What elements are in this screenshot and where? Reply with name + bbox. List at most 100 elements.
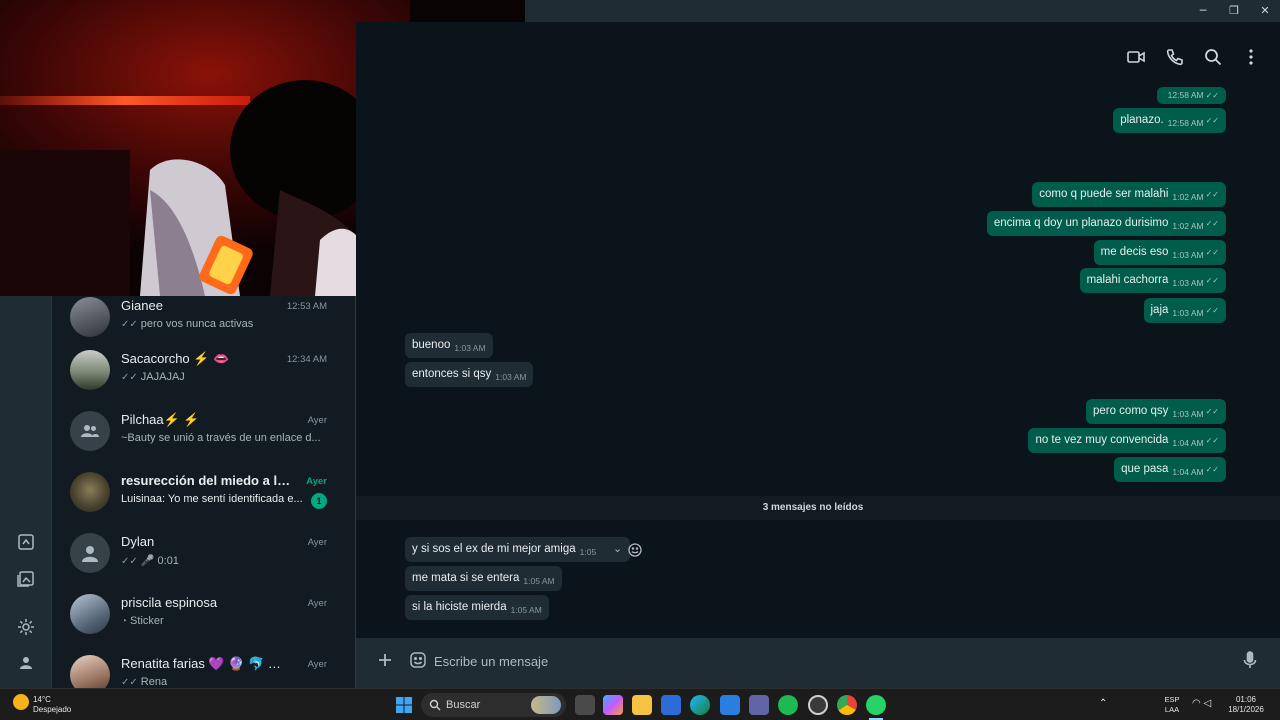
read-receipt-icon: ✓✓ [121, 319, 138, 330]
clock-date[interactable]: 18/1/2026 [1224, 705, 1268, 714]
mail-icon[interactable] [720, 695, 740, 715]
chat-item-dylan[interactable]: Dylan Ayer ✓✓ 🎤 0:01 [52, 523, 355, 584]
message-outgoing[interactable]: planazo. 12:58 AM ✓✓ [1113, 108, 1226, 133]
chat-preview: ✓✓ 🎤 0:01 [121, 554, 331, 567]
chat-name: resurección del miedo a las p... [121, 473, 291, 488]
unread-divider: 3 mensajes no leídos [356, 496, 1280, 520]
obs-icon[interactable] [808, 695, 828, 715]
menu-icon[interactable] [1241, 47, 1261, 67]
chat-name: Gianee [121, 298, 163, 313]
conversation-panel: 12:58 AM ✓✓ planazo. 12:58 AM ✓✓ como q pue… [356, 22, 1280, 688]
chevron-down-icon[interactable]: ⌄ [613, 537, 622, 562]
read-receipt-icon: ✓✓ [121, 677, 138, 688]
close-button[interactable]: ✕ [1250, 2, 1280, 20]
react-emoji-icon[interactable] [627, 542, 643, 558]
avatar [70, 472, 110, 512]
search-icon[interactable] [1203, 47, 1223, 67]
message-outgoing[interactable]: jaja 1:03 AM ✓✓ [1143, 298, 1226, 323]
store-icon[interactable] [661, 695, 681, 715]
message-incoming[interactable]: si la hiciste mierda 1:05 AM [405, 595, 549, 620]
weather-temp: 14°C [33, 695, 51, 704]
settings-icon[interactable] [16, 617, 36, 637]
message-outgoing[interactable]: como q puede ser malahi 1:02 AM ✓✓ [1032, 182, 1226, 207]
teams-icon[interactable] [749, 695, 769, 715]
voice-note-preview: 🎤 0:01 [140, 555, 179, 567]
group-icon [81, 425, 99, 437]
message-incoming[interactable]: y si sos el ex de mi mejor amiga 1:05 ⌄ [405, 537, 631, 562]
chat-item-renatita[interactable]: Renatita farias 💜 🔮 🐬 🦄 ... Ayer ✓✓ Rena [52, 645, 355, 688]
message-incoming[interactable]: buenoo 1:03 AM [405, 333, 493, 358]
default-avatar [70, 533, 110, 573]
sticker-icon: ◔ [121, 616, 128, 627]
chat-time: Ayer [306, 476, 327, 487]
search-icon [429, 699, 441, 711]
media-icon[interactable] [16, 568, 36, 588]
message-outgoing[interactable]: que pasa 1:04 AM ✓✓ [1114, 457, 1226, 482]
whatsapp-desktop-window: ─ ❐ ✕ Gianee 12:53 AM ✓✓ pero vos nunca a… [0, 0, 1280, 720]
file-explorer-icon[interactable] [632, 695, 652, 715]
message-input[interactable] [434, 646, 1234, 676]
chat-preview: ◔ Sticker [121, 615, 164, 627]
tray-overflow-icon[interactable]: ⌃ [1099, 698, 1107, 709]
message-outgoing[interactable]: pero como qsy 1:03 AM ✓✓ [1085, 399, 1226, 424]
message-outgoing[interactable]: no te vez muy convencida 1:04 AM ✓✓ [1028, 428, 1226, 453]
message-composer [356, 638, 1280, 688]
avatar [70, 594, 110, 634]
avatar [70, 655, 110, 688]
unread-badge: 1 [311, 493, 327, 509]
language-bottom[interactable]: LAA [1160, 705, 1184, 714]
person-icon [82, 546, 98, 562]
attach-plus-icon[interactable] [375, 650, 395, 670]
chat-name: Pilchaa⚡ ⚡ [121, 412, 200, 427]
chat-preview: ✓✓ pero vos nunca activas [121, 318, 254, 330]
taskbar-search[interactable]: Buscar [421, 693, 566, 717]
spotify-icon[interactable] [778, 695, 798, 715]
chat-preview: ✓✓ Rena [121, 676, 168, 688]
sticker-emoji-icon[interactable] [408, 650, 428, 670]
weather-desc: Despejado [33, 705, 72, 714]
message-outgoing[interactable]: encima q doy un planazo durisimo 1:02 AM ✓… [986, 211, 1226, 236]
chat-time: 12:34 AM [286, 354, 327, 365]
taskbar-search-label: Buscar [446, 699, 481, 711]
read-receipt-icon: ✓✓ [121, 372, 138, 383]
wifi-volume-icon[interactable]: ◠ ◁ [1192, 698, 1220, 712]
read-receipt-icon: ✓✓ [121, 556, 138, 567]
profile-icon[interactable] [16, 653, 36, 673]
chat-item-priscila[interactable]: priscila espinosa Ayer ◔ Sticker [52, 584, 355, 645]
message-outgoing[interactable]: malahi cachorra 1:03 AM ✓✓ [1079, 268, 1226, 293]
maximize-button[interactable]: ❐ [1219, 2, 1249, 20]
chat-item-pilchaa[interactable]: Pilchaa⚡ ⚡ Ayer ~Bauty se unió a través … [52, 401, 355, 462]
minimize-button[interactable]: ─ [1188, 2, 1218, 20]
chat-item-sacacorcho[interactable]: Sacacorcho ⚡ 👄 12:34 AM ✓✓ JAJAJAJ [52, 340, 355, 401]
windows-start-icon[interactable] [396, 697, 412, 713]
chat-preview: Luisinaa: Yo me sentí identificada e... [121, 493, 303, 505]
microphone-icon[interactable] [1240, 650, 1260, 670]
chat-time: Ayer [307, 659, 327, 670]
video-call-icon[interactable] [1126, 47, 1146, 67]
message-outgoing[interactable]: 12:58 AM ✓✓ [1156, 87, 1226, 104]
chat-item-gianee[interactable]: Gianee 12:53 AM ✓✓ pero vos nunca activas [52, 287, 355, 348]
task-view-icon[interactable] [575, 695, 595, 715]
voice-call-icon[interactable] [1165, 47, 1185, 67]
language-top[interactable]: ESP [1160, 695, 1184, 704]
avatar [70, 350, 110, 390]
search-highlight-icon [531, 696, 561, 714]
conversation-header [356, 22, 1280, 90]
status-icon[interactable] [16, 532, 36, 552]
clock-time[interactable]: 01:06 [1228, 695, 1264, 704]
message-incoming[interactable]: me mata si se entera 1:05 AM [405, 566, 562, 591]
chat-time: 12:53 AM [286, 301, 327, 312]
message-outgoing[interactable]: me decis eso 1:03 AM ✓✓ [1093, 240, 1226, 265]
weather-icon[interactable] [13, 694, 29, 710]
chat-preview: ✓✓ JAJAJAJ [121, 371, 185, 383]
chat-item-resureccion[interactable]: resurección del miedo a las p... Ayer Lu… [52, 462, 355, 523]
whatsapp-icon[interactable] [866, 695, 886, 715]
chat-time: Ayer [307, 415, 327, 426]
edge-icon[interactable] [690, 695, 710, 715]
group-avatar [70, 411, 110, 451]
avatar [70, 297, 110, 337]
chrome-icon[interactable] [837, 695, 857, 715]
windows-taskbar: 14°C Despejado Buscar ⌃ ESP LAA ◠ ◁ 01:0… [0, 688, 1280, 720]
copilot-icon[interactable] [603, 695, 623, 715]
message-incoming[interactable]: entonces si qsy 1:03 AM [405, 362, 534, 387]
